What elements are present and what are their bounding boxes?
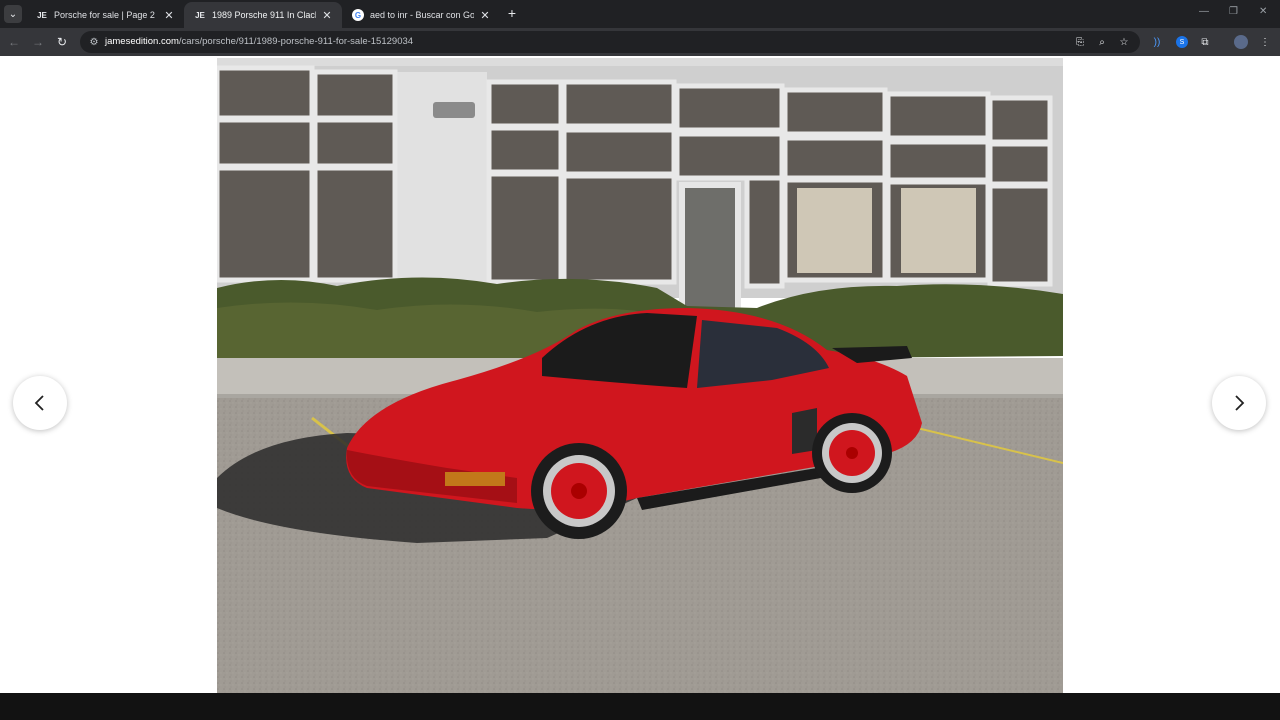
rear-wheel <box>812 413 892 493</box>
url-text[interactable]: jamesedition.com/cars/porsche/911/1989-p… <box>105 36 413 47</box>
bottom-bar <box>0 693 1280 720</box>
browser-toolbar: ← → ↻ ⚙ jamesedition.com/cars/porsche/91… <box>0 28 1280 56</box>
forward-icon[interactable]: → <box>30 34 46 50</box>
zoom-icon[interactable]: ⌕ <box>1094 34 1110 50</box>
close-window-icon[interactable]: ✕ <box>1259 6 1267 17</box>
next-image-button[interactable] <box>1212 376 1266 430</box>
close-tab-icon[interactable]: ✕ <box>162 8 176 22</box>
car-photo-illustration <box>217 58 1063 693</box>
tab-title: aed to inr - Buscar con Google <box>370 10 474 20</box>
close-tab-icon[interactable]: ✕ <box>320 8 334 22</box>
extensions-puzzle-icon[interactable]: ⧉ <box>1197 34 1213 50</box>
read-aloud-extension-icon[interactable]: )) <box>1149 34 1165 50</box>
tab-aed-to-inr[interactable]: G aed to inr - Buscar con Google ✕ <box>342 2 500 28</box>
back-icon[interactable]: ← <box>6 34 22 50</box>
google-favicon-icon: G <box>352 9 364 21</box>
tab-search-button[interactable]: ⌄ <box>4 5 22 23</box>
tab-1989-porsche-911[interactable]: JE 1989 Porsche 911 In Clackamas ✕ <box>184 2 342 28</box>
profile-avatar[interactable] <box>1234 35 1248 49</box>
front-wheel <box>531 443 627 539</box>
new-tab-button[interactable]: + <box>504 5 520 21</box>
close-tab-icon[interactable]: ✕ <box>478 8 492 22</box>
chevron-left-icon <box>34 395 44 411</box>
tab-title: Porsche for sale | Page 2 | Jame <box>54 10 158 20</box>
address-bar[interactable]: ⚙ jamesedition.com/cars/porsche/911/1989… <box>80 31 1140 53</box>
menu-kebab-icon[interactable]: ⋮ <box>1257 34 1273 50</box>
tab-porsche-for-sale[interactable]: JE Porsche for sale | Page 2 | Jame ✕ <box>26 2 184 28</box>
tab-strip: ⌄ JE Porsche for sale | Page 2 | Jame ✕ … <box>0 0 1280 28</box>
chevron-right-icon <box>1235 395 1245 411</box>
jamesedition-favicon-icon: JE <box>37 10 47 20</box>
reload-icon[interactable]: ↻ <box>54 34 70 50</box>
install-app-icon[interactable]: ⎘ <box>1072 34 1088 50</box>
gallery-viewer <box>0 56 1280 693</box>
jamesedition-favicon-icon: JE <box>195 10 205 20</box>
site-info-icon[interactable]: ⚙ <box>86 34 102 50</box>
extension-icon[interactable]: S <box>1176 36 1188 48</box>
restore-icon[interactable]: ❐ <box>1229 6 1238 17</box>
bookmark-star-icon[interactable]: ☆ <box>1116 34 1132 50</box>
tab-title: 1989 Porsche 911 In Clackamas <box>212 10 316 20</box>
car-photo <box>217 58 1063 693</box>
minimize-icon[interactable]: — <box>1199 6 1209 17</box>
previous-image-button[interactable] <box>13 376 67 430</box>
